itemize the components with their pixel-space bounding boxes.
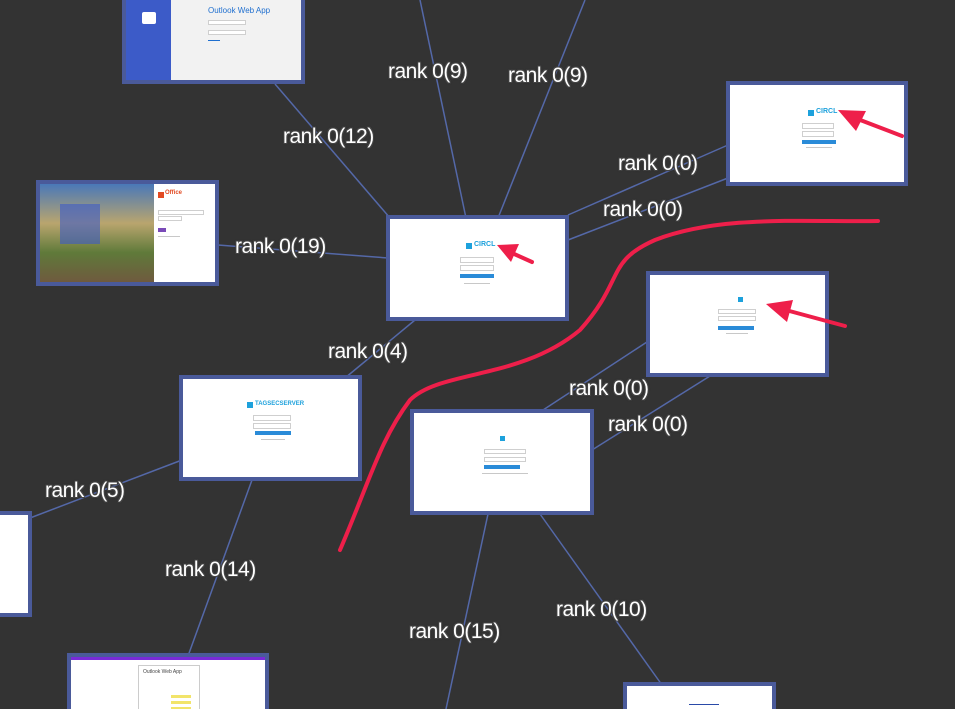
edge-label: rank 0(0) xyxy=(608,413,688,436)
arrow-shaft-right xyxy=(853,116,904,138)
edge-label: rank 0(14) xyxy=(165,558,256,581)
edge-label: rank 0(15) xyxy=(409,620,500,643)
edge-label: rank 0(19) xyxy=(235,235,326,258)
edge-label: rank 0(9) xyxy=(508,64,588,87)
edge-label: rank 0(0) xyxy=(569,377,649,400)
edge-label: rank 0(12) xyxy=(283,125,374,148)
arrow-head-small xyxy=(766,300,793,322)
edge-label: rank 0(5) xyxy=(45,479,125,502)
edge-label: rank 0(4) xyxy=(328,340,408,363)
edge-label: rank 0(10) xyxy=(556,598,647,621)
annotation-svg xyxy=(497,110,904,328)
edge-label: rank 0(0) xyxy=(618,152,698,175)
graph-canvas: Outlook Web App CIRCL CIRCL Office TAGSE… xyxy=(0,0,955,709)
arrow-shaft-small xyxy=(780,307,847,328)
edge-label: rank 0(9) xyxy=(388,60,468,83)
arrow-shaft-center xyxy=(510,251,534,264)
edge-label: rank 0(0) xyxy=(603,198,683,221)
